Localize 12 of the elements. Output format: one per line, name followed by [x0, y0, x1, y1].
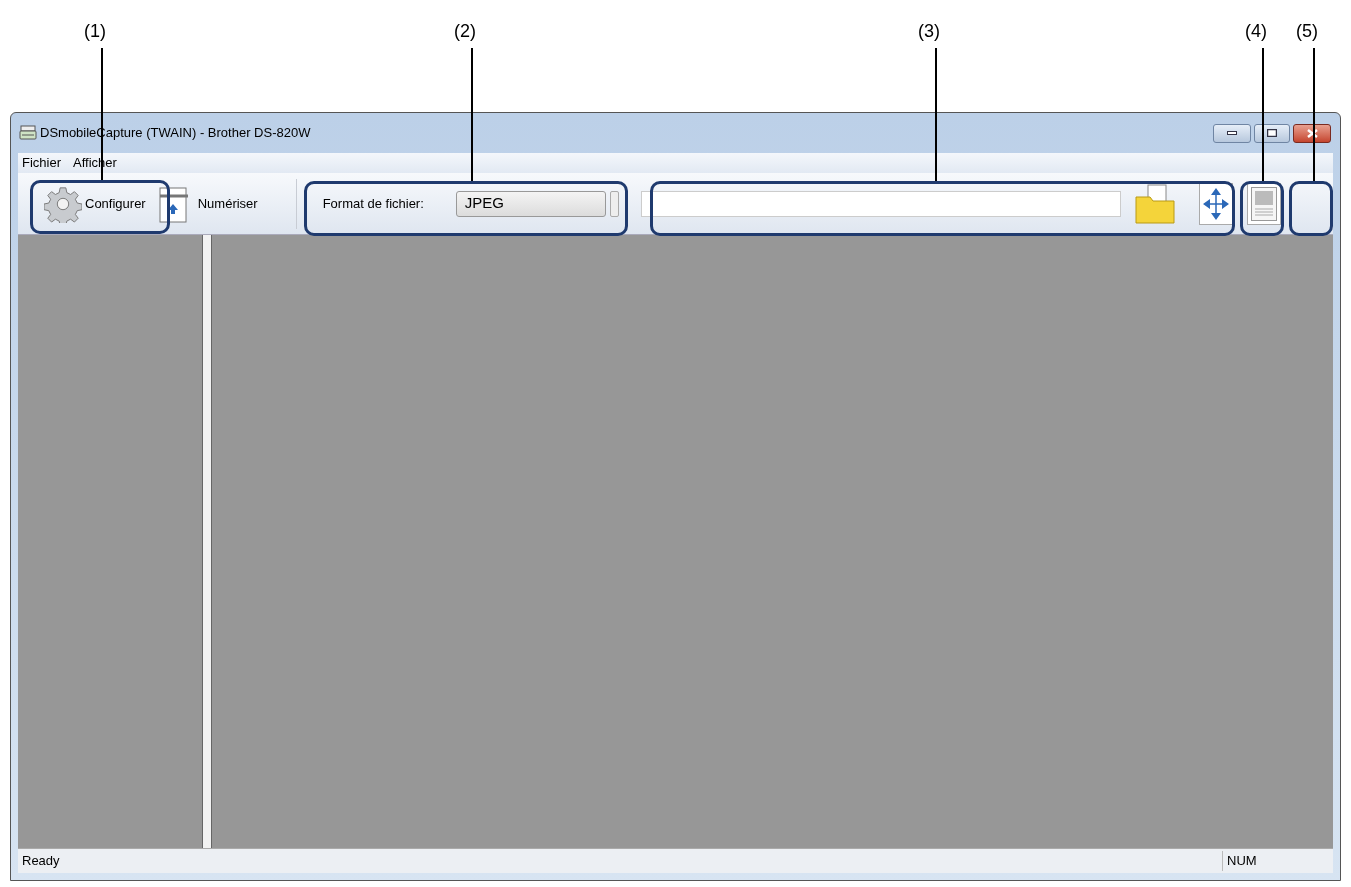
configure-button[interactable]: Configurer — [42, 182, 148, 225]
format-label: Format de fichier: — [322, 194, 424, 213]
scan-button[interactable]: Numériser — [155, 179, 260, 228]
callout-label: (5) — [1296, 20, 1318, 43]
menu-item[interactable]: Fichier — [18, 153, 65, 173]
format-dropdown[interactable]: JPEG — [455, 190, 606, 217]
status-text: Ready — [22, 852, 60, 871]
callout-label: (3) — [918, 20, 940, 43]
callout-label: (1) — [84, 20, 106, 43]
num-lock-indicator: NUM — [1222, 851, 1270, 871]
callout-label: (2) — [454, 20, 476, 43]
callout-label: (4) — [1245, 20, 1267, 43]
